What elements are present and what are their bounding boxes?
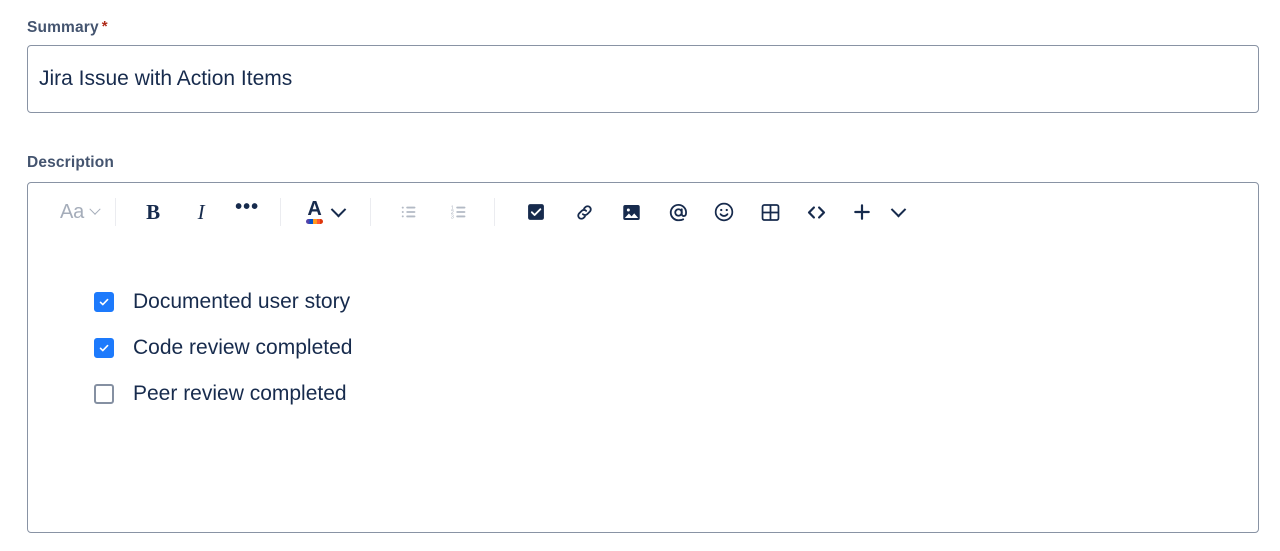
description-editor: Aa B I ••• A 1 2 3 Documented user story… xyxy=(27,182,1259,533)
mention-button[interactable] xyxy=(661,195,695,229)
list-item[interactable]: Peer review completed xyxy=(94,371,1258,417)
color-swatch xyxy=(306,218,324,224)
bullet-list-icon xyxy=(401,206,416,218)
description-label-text: Description xyxy=(27,154,114,171)
numbered-list-button[interactable]: 1 2 3 xyxy=(442,195,476,229)
toolbar-group-text-color: A xyxy=(291,195,348,229)
summary-input-container[interactable] xyxy=(27,45,1259,113)
description-label: Description xyxy=(27,154,114,172)
editor-content-area[interactable]: Documented user story Code review comple… xyxy=(28,241,1258,417)
text-color-letter: A xyxy=(307,197,322,220)
ellipsis-icon: ••• xyxy=(235,196,260,218)
chevron-down-icon xyxy=(89,203,101,215)
plus-icon xyxy=(854,204,870,220)
bold-button[interactable]: B xyxy=(136,195,170,229)
emoji-smiley-icon xyxy=(714,202,734,222)
toolbar-separator xyxy=(115,198,117,226)
more-formatting-button[interactable]: ••• xyxy=(230,195,264,229)
jira-issue-form: Summary* Description Aa B xyxy=(0,0,1280,551)
summary-label: Summary * xyxy=(27,18,108,37)
required-asterisk: * xyxy=(101,18,108,35)
toolbar-separator xyxy=(494,198,496,226)
summary-label-text: Summary xyxy=(27,19,99,36)
action-item-list: Documented user story Code review comple… xyxy=(94,279,1258,417)
image-button[interactable] xyxy=(614,195,648,229)
action-item-label: Code review completed xyxy=(133,336,353,359)
insert-more-dropdown[interactable] xyxy=(881,195,915,229)
summary-input[interactable] xyxy=(28,66,1258,92)
emoji-button[interactable] xyxy=(707,195,741,229)
check-icon xyxy=(99,298,109,306)
link-button[interactable] xyxy=(567,195,601,229)
link-icon xyxy=(576,204,592,220)
list-item[interactable]: Code review completed xyxy=(94,325,1258,371)
italic-icon: I xyxy=(197,200,205,224)
code-angle-brackets-icon xyxy=(807,205,825,219)
text-color-icon: A xyxy=(306,197,324,224)
toolbar-group-lists: 1 2 3 xyxy=(381,195,476,229)
numbered-list-icon: 1 2 3 xyxy=(451,205,466,220)
check-icon xyxy=(99,344,109,352)
insert-more-button[interactable] xyxy=(845,195,879,229)
table-icon xyxy=(761,203,779,221)
editor-toolbar: Aa B I ••• A 1 2 3 xyxy=(28,183,1258,241)
chevron-down-icon xyxy=(890,201,906,217)
toolbar-group-insert xyxy=(505,195,915,229)
action-item-label: Peer review completed xyxy=(133,382,347,405)
action-item-checkbox[interactable] xyxy=(94,338,114,358)
toolbar-separator xyxy=(280,198,282,226)
action-item-label: Documented user story xyxy=(133,290,351,313)
action-item-checkbox[interactable] xyxy=(94,384,114,404)
toolbar-separator xyxy=(370,198,372,226)
bullet-list-button[interactable] xyxy=(392,195,426,229)
toolbar-group-text-format: B I ••• xyxy=(126,195,264,229)
text-color-button[interactable]: A xyxy=(302,195,348,229)
chevron-down-icon xyxy=(330,201,347,217)
list-item[interactable]: Documented user story xyxy=(94,279,1258,325)
table-button[interactable] xyxy=(753,195,787,229)
code-button[interactable] xyxy=(799,195,833,229)
action-item-button[interactable] xyxy=(519,195,553,229)
mention-at-icon xyxy=(669,203,687,221)
text-style-dropdown[interactable]: Aa xyxy=(56,195,103,229)
text-style-label: Aa xyxy=(60,201,85,223)
svg-text:3: 3 xyxy=(451,214,454,220)
action-item-checkbox[interactable] xyxy=(94,292,114,312)
image-icon xyxy=(622,204,640,220)
checkbox-icon xyxy=(528,204,545,220)
bold-icon: B xyxy=(146,200,161,224)
italic-button[interactable]: I xyxy=(184,195,218,229)
toolbar-group-text-style: Aa xyxy=(40,195,103,229)
